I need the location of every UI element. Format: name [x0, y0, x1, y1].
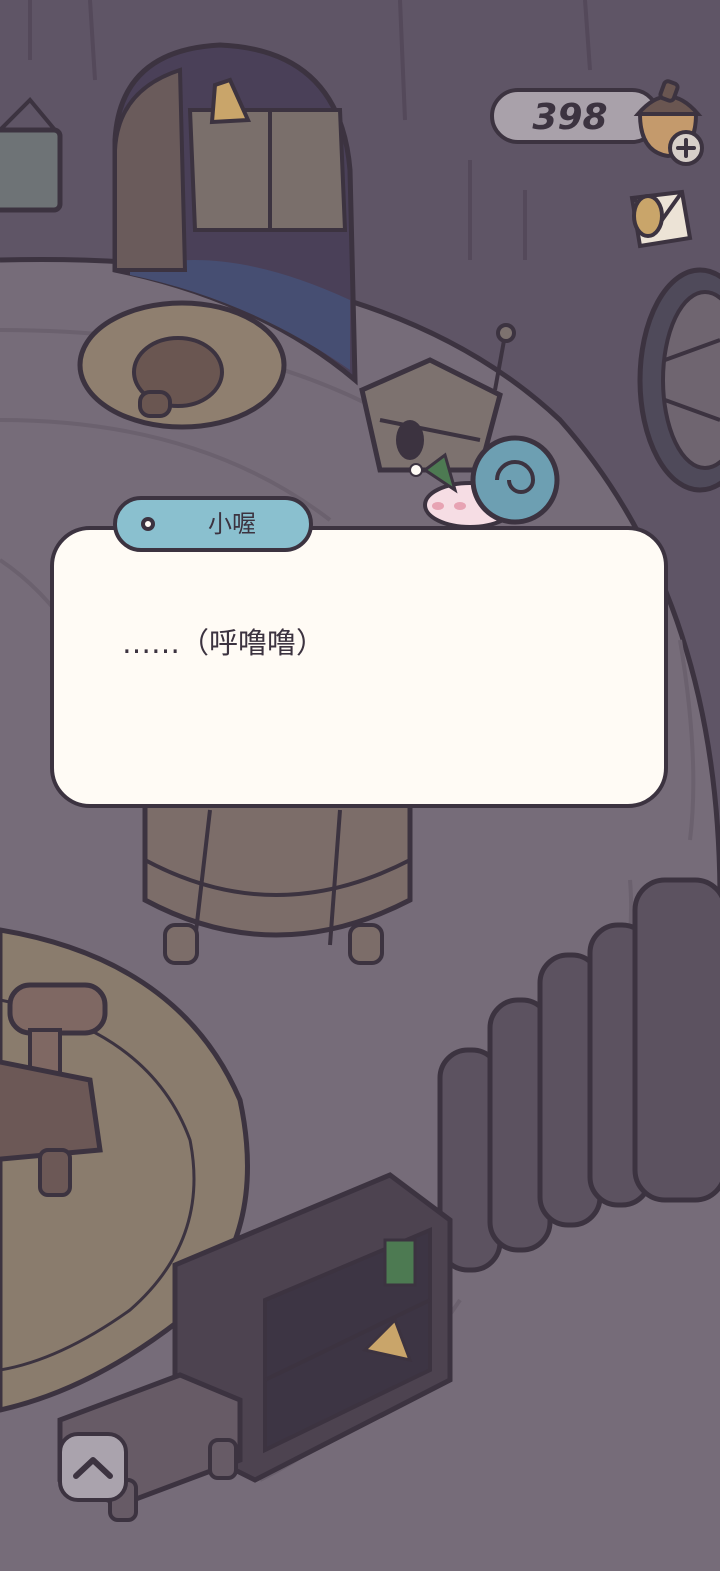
wall-frame [0, 97, 63, 213]
add-acorn-button[interactable] [668, 130, 704, 166]
expand-button[interactable] [58, 1432, 128, 1502]
acorn-count: 398 [532, 97, 608, 138]
speaker-name: 小喔 [208, 510, 256, 538]
chevron-up-icon [73, 1457, 113, 1479]
round-window [637, 267, 720, 493]
dialog-text: ……（呼噜噜） [122, 626, 326, 660]
acorn-rug [77, 300, 287, 430]
plus-icon [676, 138, 696, 158]
mail-envelope-icon [629, 189, 693, 249]
speaker-name-tag: 小喔 [113, 496, 313, 552]
name-tag-dot [141, 517, 155, 531]
dialog-box[interactable]: ……（呼噜噜） [50, 526, 668, 808]
mail-button[interactable] [618, 180, 698, 258]
